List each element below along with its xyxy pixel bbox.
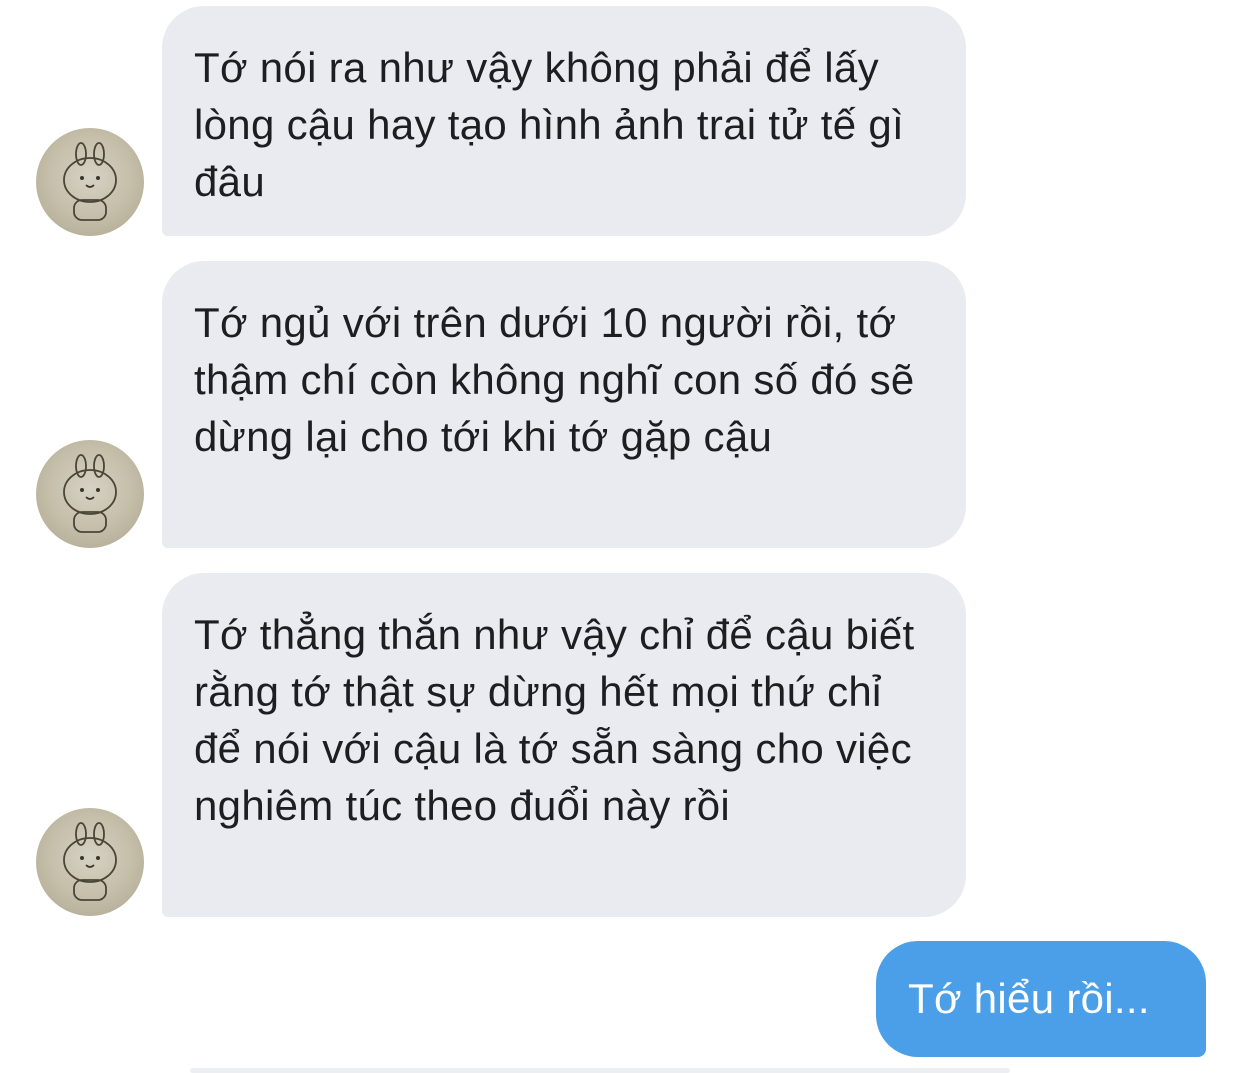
incoming-message-bubble[interactable]: Tớ thẳng thắn như vậy chỉ để cậu biết rằ… (162, 573, 966, 917)
incoming-message-bubble[interactable]: Tớ nói ra như vậy không phải để lấy lòng… (162, 6, 966, 236)
bunny-avatar-icon (63, 454, 117, 533)
outgoing-message-bubble[interactable]: Tớ hiểu rồi... (876, 941, 1206, 1057)
contact-avatar[interactable] (36, 808, 144, 916)
incoming-message-bubble[interactable]: Tớ ngủ với trên dưới 10 người rồi, tớ th… (162, 261, 966, 548)
bunny-avatar-icon (63, 142, 117, 221)
message-text: Tớ hiểu rồi... (908, 975, 1150, 1022)
message-text: Tớ thẳng thắn như vậy chỉ để cậu biết rằ… (194, 611, 915, 829)
next-message-edge (190, 1068, 1010, 1073)
contact-avatar[interactable] (36, 440, 144, 548)
contact-avatar[interactable] (36, 128, 144, 236)
message-text: Tớ nói ra như vậy không phải để lấy lòng… (194, 44, 904, 205)
bunny-avatar-icon (63, 822, 117, 901)
message-text: Tớ ngủ với trên dưới 10 người rồi, tớ th… (194, 299, 915, 460)
